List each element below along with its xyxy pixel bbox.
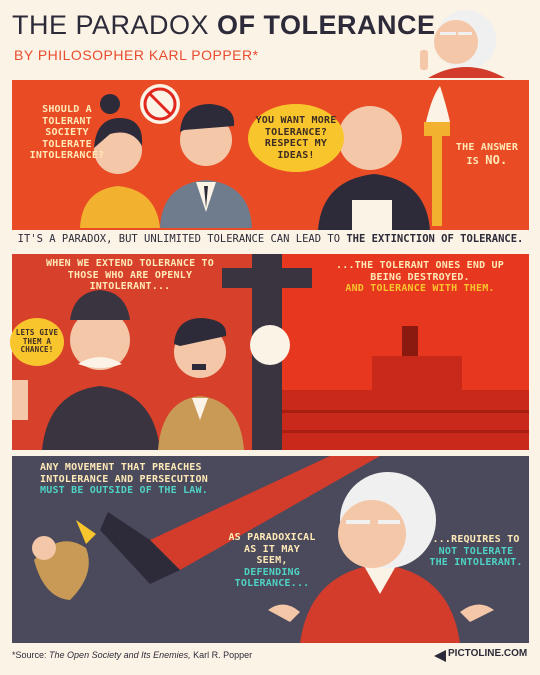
panel2-right-highlight: AND TOLERANCE WITH THEM. xyxy=(345,283,495,294)
panel3-right-highlight: NOT TOLERATE THE INTOLERANT. xyxy=(429,545,523,569)
panel1-speech-text: YOU WANT MORE TOLERANCE? RESPECT MY IDEA… xyxy=(255,115,337,161)
source-title: The Open Society and Its Enemies, xyxy=(49,650,191,660)
panel2-right-text: ...THE TOLERANT ONES END UP BEING DESTRO… xyxy=(330,260,510,295)
panel3-top-highlight: MUST BE OUTSIDE OF THE LAW. xyxy=(40,485,208,496)
source-author: Karl R. Popper xyxy=(193,650,253,660)
panel1-speech-bubble: YOU WANT MORE TOLERANCE? RESPECT MY IDEA… xyxy=(248,104,344,172)
panel1-answer-word: NO. xyxy=(485,152,508,167)
panel1-answer: THE ANSWER IS NO. xyxy=(455,142,519,167)
tagline: IT'S A PARADOX, BUT UNLIMITED TOLERANCE … xyxy=(17,233,524,245)
swastika-thought-bubble-icon xyxy=(140,84,180,124)
panel2-left-text: WHEN WE EXTEND TOLERANCE TO THOSE WHO AR… xyxy=(46,258,214,292)
popper-portrait-icon xyxy=(420,10,505,78)
panel3-mid-text: AS PARADOXICAL AS IT MAY SEEM, DEFENDING… xyxy=(228,532,316,590)
panel2-speech-bubble: LETS GIVE THEM A CHANCE! xyxy=(10,318,64,366)
tagline-emphasis: THE EXTINCTION OF TOLERANCE. xyxy=(346,233,524,245)
panel3-right-text: ...REQUIRES TO NOT TOLERATE THE INTOLERA… xyxy=(429,534,523,569)
panel3-top-text: ANY MOVEMENT THAT PREACHES INTOLERANCE A… xyxy=(40,462,208,496)
pictoline-logo-icon xyxy=(434,650,446,662)
panel3-mid-highlight: DEFENDING TOLERANCE... xyxy=(234,566,310,590)
panel1-question: SHOULD A TOLERANT SOCIETY TOLERATE INTOL… xyxy=(29,104,105,161)
footer-source: *Source: The Open Society and Its Enemie… xyxy=(12,650,253,660)
pictoline-logo-text[interactable]: PICTOLINE.COM xyxy=(448,648,527,659)
panel2-speech-text: LETS GIVE THEM A CHANCE! xyxy=(15,328,59,355)
crowd-rows-icon xyxy=(262,390,529,450)
